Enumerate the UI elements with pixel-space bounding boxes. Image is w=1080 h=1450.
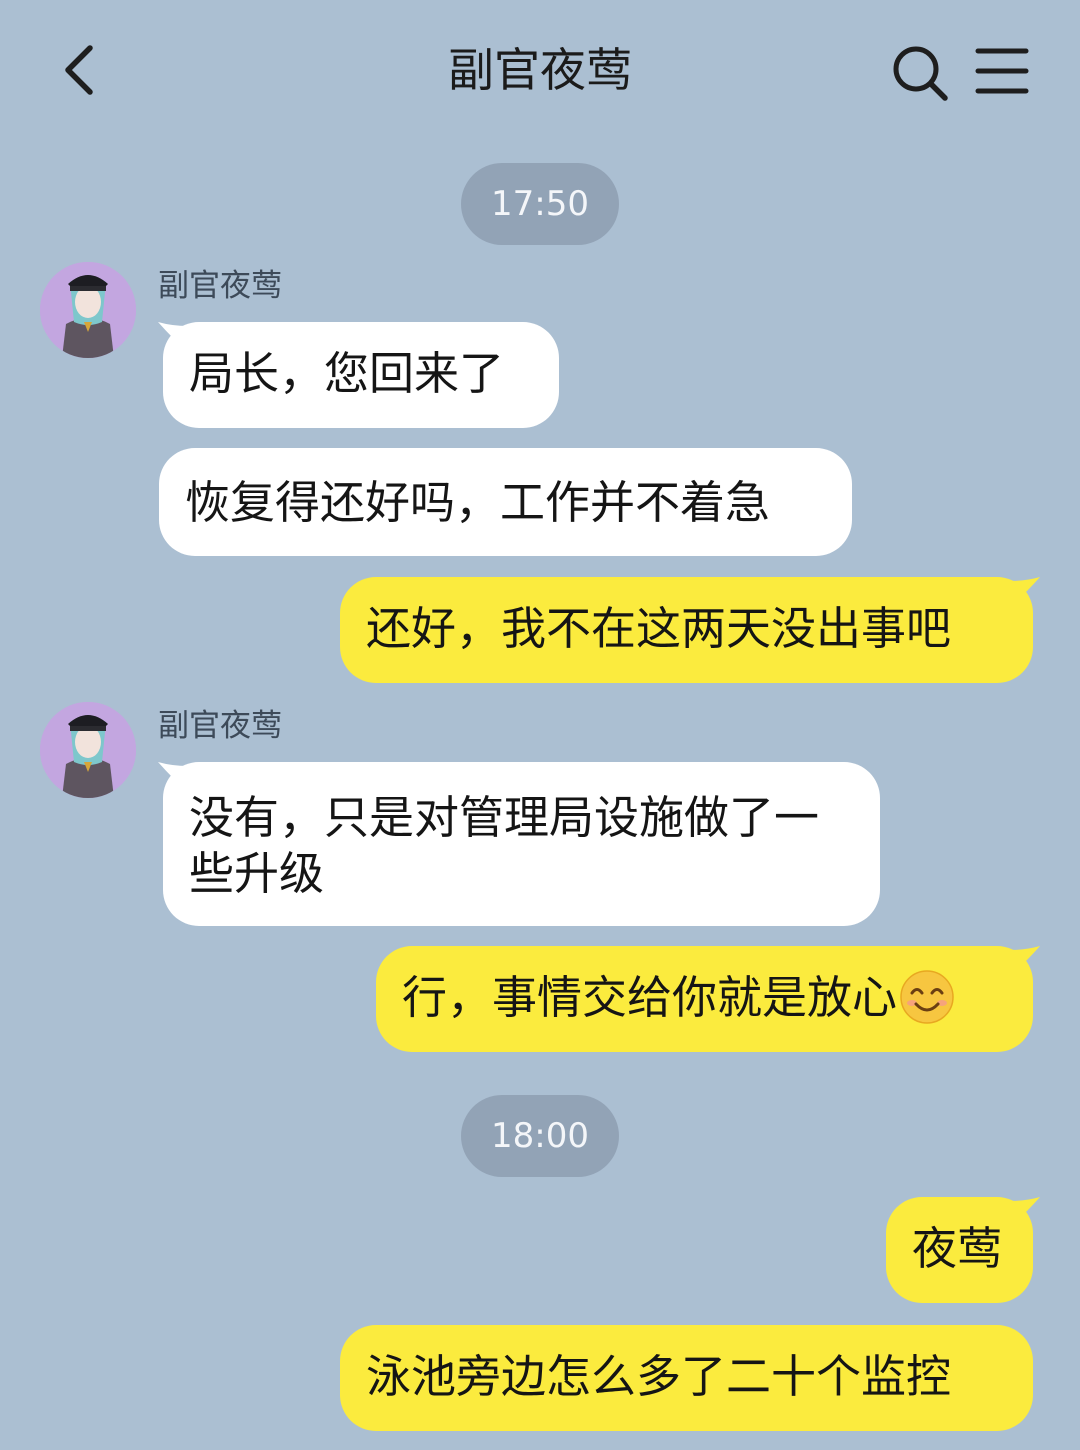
officer-avatar-icon <box>40 262 136 358</box>
message-text: 行，事情交给你就是放心 <box>402 971 898 1024</box>
contact-avatar[interactable] <box>40 262 136 358</box>
search-button[interactable] <box>888 40 952 104</box>
search-icon <box>893 46 948 101</box>
message-bubble-outgoing[interactable]: 行，事情交给你就是放心 <box>376 946 1033 1052</box>
officer-avatar-icon <box>40 702 136 798</box>
menu-button[interactable] <box>970 40 1034 104</box>
message-bubble-incoming[interactable]: 没有，只是对管理局设施做了一些升级 <box>163 762 880 926</box>
contact-avatar[interactable] <box>40 702 136 798</box>
sender-name: 副官夜莺 <box>158 268 282 304</box>
hamburger-menu-icon <box>975 48 1029 94</box>
message-bubble-incoming[interactable]: 局长，您回来了 <box>163 322 559 428</box>
chevron-left-icon <box>65 45 93 95</box>
message-bubble-outgoing[interactable]: 夜莺 <box>886 1197 1033 1303</box>
timestamp-pill: 17:50 <box>461 163 619 245</box>
sender-name: 副官夜莺 <box>158 708 282 744</box>
smiling-face-emoji <box>900 970 954 1024</box>
chat-header: 副官夜莺 <box>0 0 1080 140</box>
message-bubble-outgoing[interactable]: 泳池旁边怎么多了二十个监控 <box>340 1325 1033 1431</box>
message-bubble-incoming[interactable]: 恢复得还好吗，工作并不着急 <box>159 448 852 556</box>
message-bubble-outgoing[interactable]: 还好，我不在这两天没出事吧 <box>340 577 1033 683</box>
back-button[interactable] <box>50 38 110 102</box>
timestamp-pill: 18:00 <box>461 1095 619 1177</box>
